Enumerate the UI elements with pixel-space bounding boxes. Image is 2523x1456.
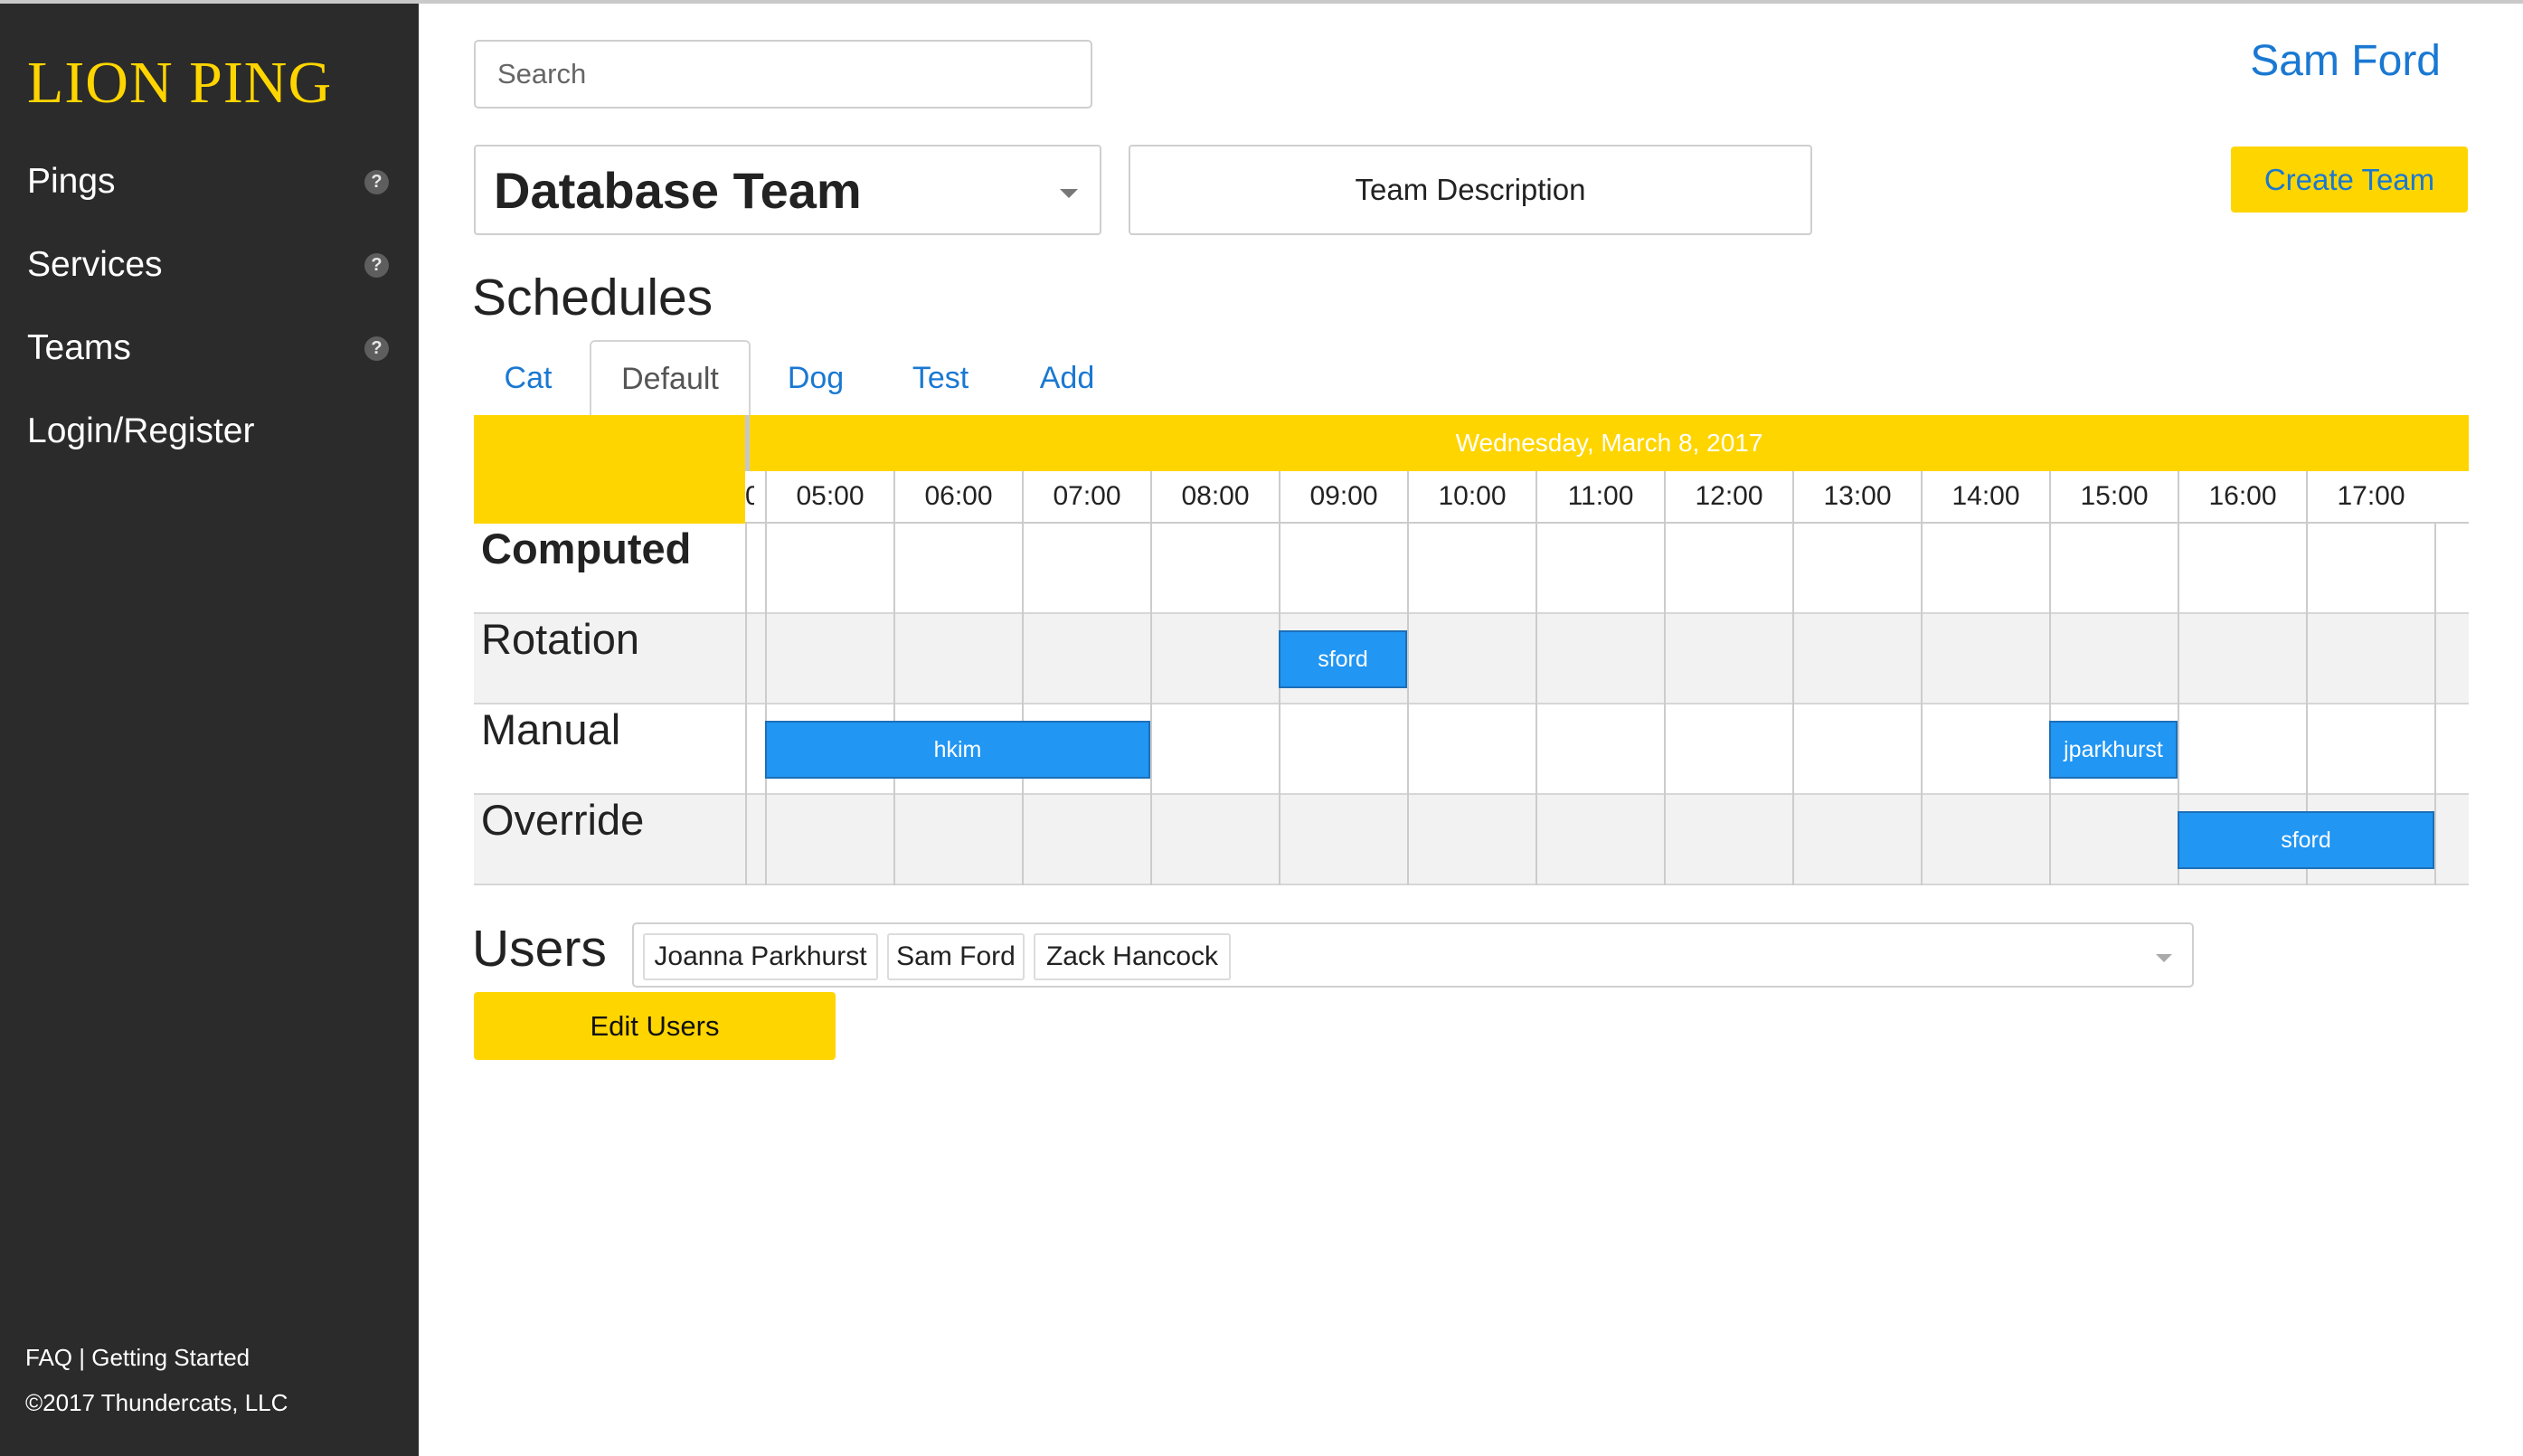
row-label: Manual [481,705,621,753]
grid-line [765,524,767,885]
chevron-down-icon [1060,189,1078,198]
sidebar-item-login-register[interactable]: Login/Register [27,400,398,463]
hour-label: 15:00 [2049,471,2178,522]
search-input[interactable] [474,40,1092,109]
users-heading: Users [472,920,607,978]
hour-label: 12:00 [1664,471,1792,522]
schedule-tabs: Cat Default Dog Test Add [474,340,2469,416]
schedule-event-sford[interactable]: sford [2178,811,2434,869]
hour-label: 16:00 [2178,471,2306,522]
edit-users-button[interactable]: Edit Users [474,992,836,1060]
sidebar-item-label: Login/Register [27,411,255,450]
app-logo[interactable]: LION PING [27,49,332,118]
help-icon[interactable]: ? [364,252,389,278]
grid-line [2049,524,2051,885]
tab-dog[interactable]: Dog [761,340,870,416]
sidebar-item-teams[interactable]: Teams ? [27,317,398,380]
faq-link[interactable]: FAQ [25,1344,72,1371]
sidebar-item-label: Pings [27,162,116,201]
grid-line [893,524,895,885]
grid-line [1792,524,1794,885]
team-select-value: Database Team [494,161,862,219]
tab-cat[interactable]: Cat [474,340,582,416]
hour-label: 07:00 [1022,471,1150,522]
getting-started-link[interactable]: Getting Started [91,1344,250,1371]
calendar-corner [474,415,745,524]
user-tag[interactable]: Zack Hancock [1034,933,1231,980]
grid-line [1921,524,1923,885]
calendar-row-rotation: Rotation [474,614,2469,704]
hour-label: 05:00 [765,471,893,522]
hour-label-partial: 0 [745,481,754,511]
team-select[interactable]: Database Team [474,145,1101,235]
calendar-hour-header: 0 05:00 06:00 07:00 08:00 09:00 10:00 11:00 12:… [745,471,2469,524]
sidebar-footer-links: FAQ | Getting Started [25,1344,250,1372]
row-label: Rotation [481,615,640,663]
sidebar-item-label: Services [27,245,163,284]
help-icon[interactable]: ? [364,336,389,361]
calendar-row-override: Override [474,795,2469,885]
grid-line [2434,524,2436,885]
sidebar-item-pings[interactable]: Pings ? [27,150,398,213]
hour-label: 06:00 [893,471,1022,522]
hour-label: 08:00 [1150,471,1279,522]
footer-separator: | [79,1344,86,1371]
sidebar-item-services[interactable]: Services ? [27,233,398,297]
hour-label: 13:00 [1792,471,1921,522]
tab-test[interactable]: Test [883,340,998,416]
grid-line [1022,524,1024,885]
grid-line [1536,524,1537,885]
user-name-link[interactable]: Sam Ford [2250,36,2441,86]
chevron-down-icon [2156,954,2172,962]
users-multiselect[interactable]: Joanna Parkhurst Sam Ford Zack Hancock [632,922,2194,988]
grid-line [1664,524,1666,885]
team-description-button[interactable]: Team Description [1129,145,1812,235]
sidebar: LION PING Pings ? Services ? Teams ? Log… [0,4,419,1456]
help-icon[interactable]: ? [364,169,389,194]
grid-line [745,524,747,885]
copyright: ©2017 Thundercats, LLC [25,1389,288,1416]
tab-default[interactable]: Default [590,340,751,416]
sidebar-item-label: Teams [27,328,131,367]
schedules-heading: Schedules [472,269,713,326]
row-label: Computed [481,525,692,572]
user-tag[interactable]: Joanna Parkhurst [643,933,878,980]
hour-label: 14:00 [1921,471,2049,522]
row-label: Override [481,796,645,844]
schedule-event-hkim[interactable]: hkim [765,721,1150,779]
user-tag[interactable]: Sam Ford [887,933,1025,980]
create-team-button[interactable]: Create Team [2231,147,2468,213]
calendar-row-computed: Computed [474,524,2469,614]
calendar-date-header: Wednesday, March 8, 2017 [750,415,2469,471]
grid-line [1407,524,1409,885]
schedule-calendar: Wednesday, March 8, 2017 0 05:00 06:00 07:… [474,415,2469,886]
grid-line [1150,524,1152,885]
grid-line [1279,524,1280,885]
tab-add[interactable]: Add [1011,340,1123,416]
hour-label: 11:00 [1536,471,1664,522]
hour-label: 10:00 [1407,471,1536,522]
schedule-event-sford[interactable]: sford [1279,630,1407,688]
hour-label: 17:00 [2306,471,2434,522]
schedule-event-jparkhurst[interactable]: jparkhurst [2049,721,2178,779]
hour-label: 09:00 [1279,471,1407,522]
